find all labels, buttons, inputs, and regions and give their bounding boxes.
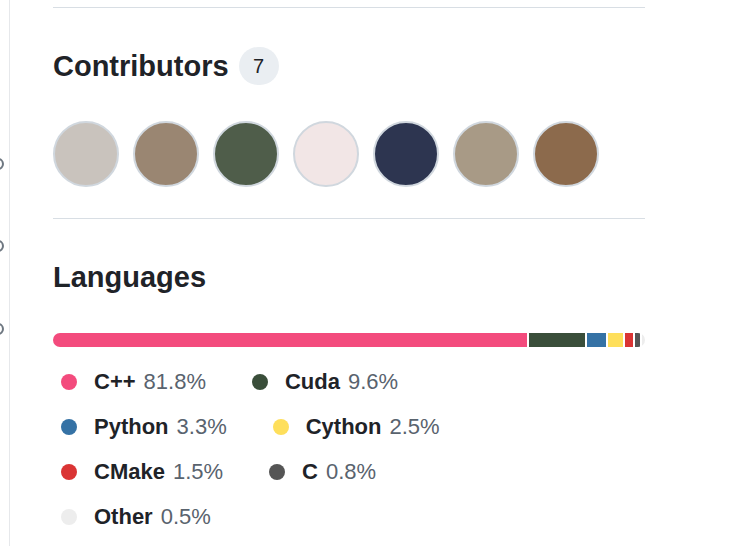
language-dot-icon — [273, 419, 289, 435]
language-name: Cython — [306, 414, 382, 440]
language-percent: 0.5% — [161, 504, 211, 530]
language-percent: 81.8% — [144, 369, 206, 395]
language-item[interactable]: Cython 2.5% — [273, 414, 440, 440]
contributors-section: Contributors 7 — [53, 7, 645, 219]
languages-heading: Languages — [53, 259, 645, 295]
language-segment — [625, 333, 634, 347]
language-item[interactable]: Other 0.5% — [61, 504, 211, 530]
contributor-avatar[interactable] — [373, 121, 439, 187]
contributor-avatar[interactable] — [213, 121, 279, 187]
language-item[interactable]: Cuda 9.6% — [252, 369, 398, 395]
cut-ring-icon — [0, 158, 4, 170]
contributor-avatar[interactable] — [133, 121, 199, 187]
language-percent: 2.5% — [389, 414, 439, 440]
language-percent: 9.6% — [348, 369, 398, 395]
language-item[interactable]: CMake 1.5% — [61, 459, 223, 485]
contributors-title[interactable]: Contributors — [53, 48, 229, 84]
language-dot-icon — [61, 509, 77, 525]
language-segment — [608, 333, 623, 347]
contributor-avatar[interactable] — [53, 121, 119, 187]
contributor-avatar[interactable] — [293, 121, 359, 187]
contributors-count: 7 — [239, 47, 279, 85]
language-segment — [587, 333, 606, 347]
left-gutter — [0, 0, 10, 546]
contributor-avatar[interactable] — [453, 121, 519, 187]
language-dot-icon — [61, 374, 77, 390]
languages-section: Languages C++ 81.8% Cuda 9.6% Python 3.3… — [53, 219, 645, 530]
cut-ring-icon — [0, 240, 4, 252]
language-dot-icon — [61, 419, 77, 435]
language-dot-icon — [269, 464, 285, 480]
language-percent: 3.3% — [177, 414, 227, 440]
language-name: C — [302, 459, 318, 485]
language-name: Cuda — [285, 369, 340, 395]
sidebar: Contributors 7 Languages C++ 81.8% Cuda … — [53, 0, 645, 546]
page: Contributors 7 Languages C++ 81.8% Cuda … — [0, 0, 730, 546]
language-legend: C++ 81.8% Cuda 9.6% Python 3.3% Cython 2… — [53, 369, 511, 530]
language-percent: 0.8% — [326, 459, 376, 485]
language-item[interactable]: C++ 81.8% — [61, 369, 206, 395]
language-name: Other — [94, 504, 153, 530]
language-segment — [635, 333, 640, 347]
language-segment — [642, 333, 645, 347]
language-segment — [529, 333, 585, 347]
language-item[interactable]: C 0.8% — [269, 459, 376, 485]
cut-ring-icon — [0, 323, 4, 335]
language-segment — [53, 333, 527, 347]
contributors-heading[interactable]: Contributors 7 — [53, 47, 645, 85]
language-name: Python — [94, 414, 169, 440]
language-item[interactable]: Python 3.3% — [61, 414, 227, 440]
avatar-list — [53, 121, 645, 187]
language-name: CMake — [94, 459, 165, 485]
language-name: C++ — [94, 369, 136, 395]
contributor-avatar[interactable] — [533, 121, 599, 187]
languages-bar — [53, 333, 645, 347]
language-percent: 1.5% — [173, 459, 223, 485]
language-dot-icon — [61, 464, 77, 480]
language-dot-icon — [252, 374, 268, 390]
